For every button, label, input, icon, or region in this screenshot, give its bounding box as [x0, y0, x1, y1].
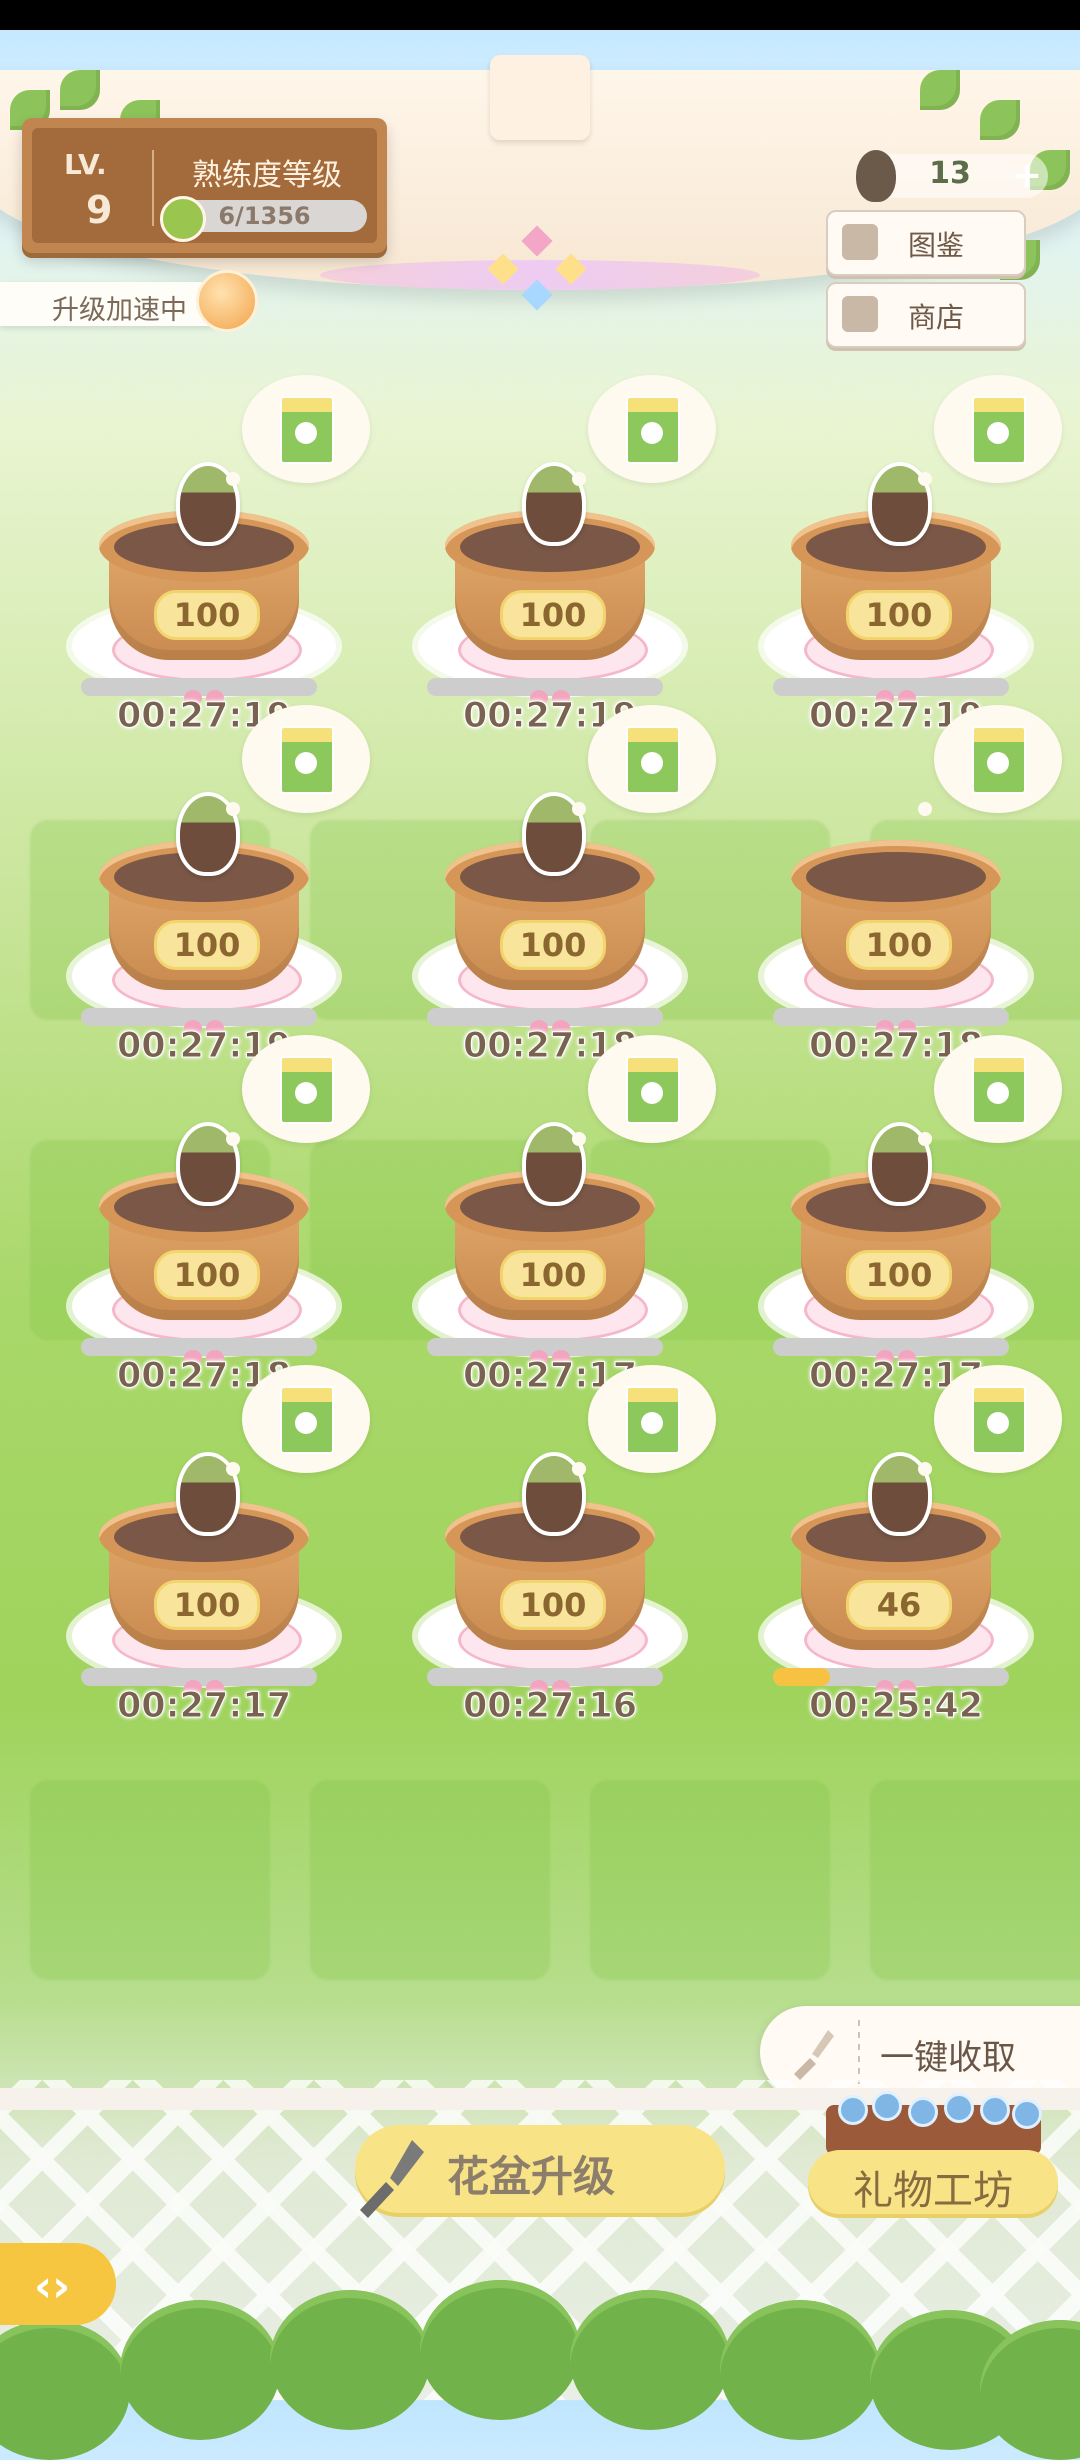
- back-arrow-icon: ‹›: [34, 2261, 71, 2312]
- kettle-icon: [160, 196, 206, 242]
- back-button[interactable]: ‹›: [0, 2243, 116, 2325]
- thought-dot: [226, 1132, 240, 1146]
- flower-pot[interactable]: 100 00:27:17: [54, 1365, 370, 1760]
- pot-level-badge: 100: [846, 920, 952, 970]
- seed-packet-icon[interactable]: [972, 726, 1026, 794]
- flower-pot[interactable]: 100 00:27:16: [400, 1365, 716, 1760]
- gift-workshop-button[interactable]: 礼物工坊: [808, 2150, 1058, 2214]
- thought-dot: [226, 1462, 240, 1476]
- seed-packet-icon[interactable]: [280, 1386, 334, 1454]
- shovel-icon: [794, 2030, 834, 2080]
- seed-packet-icon[interactable]: [626, 726, 680, 794]
- thought-dot: [226, 472, 240, 486]
- add-seed-button[interactable]: +: [1006, 156, 1048, 198]
- growth-progress-fill: [773, 1668, 830, 1686]
- pot-level-badge: 46: [846, 1580, 952, 1630]
- boost-label: 升级加速中: [52, 295, 187, 326]
- seed-count: 13: [929, 156, 971, 191]
- pot-level-badge: 100: [154, 1250, 260, 1300]
- gift-workshop-label: 礼物工坊: [853, 2168, 1013, 2214]
- seed-packet-icon[interactable]: [972, 1386, 1026, 1454]
- thought-dot: [572, 1132, 586, 1146]
- pot-level-badge: 100: [154, 590, 260, 640]
- character-avatar-icon: [196, 270, 258, 332]
- pot-timer: 00:25:42: [808, 1686, 984, 1727]
- pot-soil: [806, 852, 986, 902]
- shop-button[interactable]: 商店: [826, 282, 1026, 348]
- pot-level-badge: 100: [500, 920, 606, 970]
- seed-packet-icon[interactable]: [972, 1056, 1026, 1124]
- encyclopedia-label: 图鉴: [908, 229, 965, 262]
- thought-dot: [918, 472, 932, 486]
- seed-packet-icon[interactable]: [280, 726, 334, 794]
- seed-packet-icon[interactable]: [626, 396, 680, 464]
- level-value: 9: [86, 188, 113, 232]
- thought-dot: [918, 1462, 932, 1476]
- level-panel: LV. 9 熟练度等级 6/1356: [22, 118, 387, 253]
- pot-level-badge: 100: [846, 590, 952, 640]
- pot-timer: 00:27:16: [462, 1686, 638, 1727]
- thought-dot: [572, 472, 586, 486]
- gift-planter-icon: [826, 2091, 1042, 2155]
- proficiency-title: 熟练度等级: [192, 158, 342, 193]
- shop-label: 商店: [908, 301, 965, 334]
- seed-packet-icon[interactable]: [280, 396, 334, 464]
- pot-level-badge: 100: [500, 1250, 606, 1300]
- thought-dot: [226, 802, 240, 816]
- level-label: LV.: [64, 148, 107, 181]
- bushes: [0, 2280, 1080, 2460]
- pot-level-badge: 100: [500, 590, 606, 640]
- pot-level-badge: 100: [500, 1580, 606, 1630]
- thought-dot: [918, 1132, 932, 1146]
- seed-packet-icon[interactable]: [972, 396, 1026, 464]
- pot-level-badge: 100: [154, 1580, 260, 1630]
- thought-dot: [572, 802, 586, 816]
- thought-dot: [918, 802, 932, 816]
- encyclopedia-button[interactable]: 图鉴: [826, 210, 1026, 276]
- seed-packet-icon[interactable]: [626, 1056, 680, 1124]
- collect-all-label: 一键收取: [880, 2038, 1016, 2078]
- seed-packet-icon[interactable]: [280, 1056, 334, 1124]
- book-icon: [842, 224, 878, 260]
- pot-upgrade-label: 花盆升级: [447, 2152, 616, 2201]
- thought-dot: [572, 1462, 586, 1476]
- flower-pot[interactable]: 46 00:25:42: [746, 1365, 1062, 1760]
- shop-icon: [842, 296, 878, 332]
- status-bar: [0, 0, 1080, 30]
- trowel-icon: [360, 2140, 424, 2218]
- pot-level-badge: 100: [154, 920, 260, 970]
- pot-level-badge: 100: [846, 1250, 952, 1300]
- seed-packet-icon[interactable]: [626, 1386, 680, 1454]
- pot-timer: 00:27:17: [116, 1686, 292, 1727]
- seed-icon: [856, 150, 896, 202]
